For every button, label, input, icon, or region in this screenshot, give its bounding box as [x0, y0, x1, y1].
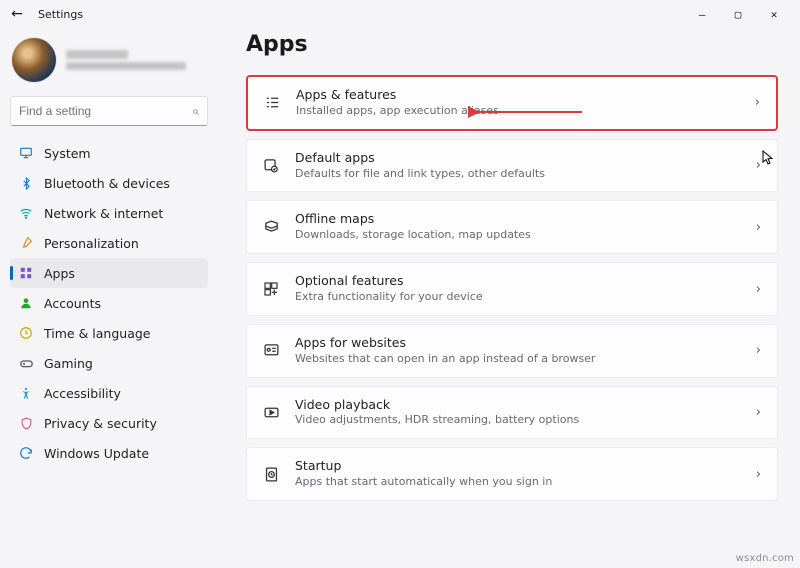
sidebar-item-privacy-security[interactable]: Privacy & security — [10, 408, 208, 438]
sidebar-item-label: Personalization — [44, 236, 139, 251]
sidebar: ⌕ System Bluetooth & devices Network & int… — [0, 28, 218, 568]
startup-icon — [261, 464, 281, 484]
gamepad-icon — [18, 355, 34, 371]
card-description: Extra functionality for your device — [295, 290, 742, 305]
search-box[interactable]: ⌕ — [10, 96, 208, 126]
card-text: Video playbackVideo adjustments, HDR str… — [295, 397, 742, 429]
card-title: Video playback — [295, 397, 742, 414]
card-title: Default apps — [295, 150, 742, 167]
sidebar-item-label: Gaming — [44, 356, 93, 371]
sidebar-item-accounts[interactable]: Accounts — [10, 288, 208, 318]
profile-email-blurred — [66, 62, 186, 70]
maximize-button[interactable]: ▢ — [720, 2, 756, 26]
card-startup[interactable]: StartupApps that start automatically whe… — [246, 447, 778, 501]
display-icon — [18, 145, 34, 161]
map-icon — [261, 217, 281, 237]
sidebar-item-label: Time & language — [44, 326, 150, 341]
person-icon — [18, 295, 34, 311]
apps-icon — [18, 265, 34, 281]
card-default-apps[interactable]: Default appsDefaults for file and link t… — [246, 139, 778, 193]
card-title: Optional features — [295, 273, 742, 290]
sidebar-item-windows-update[interactable]: Windows Update — [10, 438, 208, 468]
card-description: Defaults for file and link types, other … — [295, 167, 742, 182]
window-title: Settings — [38, 8, 83, 21]
chevron-right-icon: › — [755, 95, 760, 110]
card-text: Offline mapsDownloads, storage location,… — [295, 211, 742, 243]
wifi-icon — [18, 205, 34, 221]
watermark: wsxdn.com — [736, 553, 794, 564]
sidebar-item-bluetooth-devices[interactable]: Bluetooth & devices — [10, 168, 208, 198]
chevron-right-icon: › — [756, 282, 761, 297]
card-description: Installed apps, app execution aliases — [296, 104, 741, 119]
sidebar-item-label: Apps — [44, 266, 75, 281]
main: Apps Apps & featuresInstalled apps, app … — [218, 28, 800, 568]
card-apps-features[interactable]: Apps & featuresInstalled apps, app execu… — [246, 75, 778, 131]
sidebar-item-network-internet[interactable]: Network & internet — [10, 198, 208, 228]
card-title: Apps & features — [296, 87, 741, 104]
chevron-right-icon: › — [756, 343, 761, 358]
chevron-right-icon: › — [756, 405, 761, 420]
card-optional-features[interactable]: Optional featuresExtra functionality for… — [246, 262, 778, 316]
sidebar-item-label: Accounts — [44, 296, 101, 311]
search-icon: ⌕ — [192, 104, 199, 119]
sidebar-item-label: System — [44, 146, 91, 161]
card-text: Optional featuresExtra functionality for… — [295, 273, 742, 305]
sidebar-item-label: Privacy & security — [44, 416, 157, 431]
sidebar-item-label: Accessibility — [44, 386, 121, 401]
card-description: Downloads, storage location, map updates — [295, 228, 742, 243]
card-video-playback[interactable]: Video playbackVideo adjustments, HDR str… — [246, 386, 778, 440]
card-title: Apps for websites — [295, 335, 742, 352]
clock-icon — [18, 325, 34, 341]
card-title: Startup — [295, 458, 742, 475]
sidebar-item-label: Network & internet — [44, 206, 163, 221]
search-input[interactable] — [19, 104, 192, 118]
profile[interactable] — [10, 34, 208, 96]
page-title: Apps — [246, 32, 778, 57]
brush-icon — [18, 235, 34, 251]
update-icon — [18, 445, 34, 461]
bluetooth-icon — [18, 175, 34, 191]
card-description: Apps that start automatically when you s… — [295, 475, 742, 490]
shield-icon — [18, 415, 34, 431]
card-text: StartupApps that start automatically whe… — [295, 458, 742, 490]
card-text: Default appsDefaults for file and link t… — [295, 150, 742, 182]
window-controls: — ▢ ✕ — [684, 2, 792, 26]
close-button[interactable]: ✕ — [756, 2, 792, 26]
card-description: Video adjustments, HDR streaming, batter… — [295, 413, 742, 428]
card-text: Apps for websitesWebsites that can open … — [295, 335, 742, 367]
nav: System Bluetooth & devices Network & inter… — [10, 138, 208, 468]
accessibility-icon — [18, 385, 34, 401]
chevron-right-icon: › — [756, 220, 761, 235]
video-icon — [261, 402, 281, 422]
minimize-button[interactable]: — — [684, 2, 720, 26]
settings-cards: Apps & featuresInstalled apps, app execu… — [246, 75, 778, 501]
profile-name-blurred — [66, 50, 128, 59]
sidebar-item-accessibility[interactable]: Accessibility — [10, 378, 208, 408]
card-description: Websites that can open in an app instead… — [295, 352, 742, 367]
card-text: Apps & featuresInstalled apps, app execu… — [296, 87, 741, 119]
optional-features-icon — [261, 279, 281, 299]
sidebar-item-system[interactable]: System — [10, 138, 208, 168]
sidebar-item-personalization[interactable]: Personalization — [10, 228, 208, 258]
list-icon — [262, 93, 282, 113]
chevron-right-icon: › — [756, 158, 761, 173]
sidebar-item-label: Bluetooth & devices — [44, 176, 170, 191]
titlebar: ← Settings — ▢ ✕ — [0, 0, 800, 28]
default-apps-icon — [261, 156, 281, 176]
sidebar-item-gaming[interactable]: Gaming — [10, 348, 208, 378]
avatar — [12, 38, 56, 82]
card-apps-for-websites[interactable]: Apps for websitesWebsites that can open … — [246, 324, 778, 378]
sidebar-item-label: Windows Update — [44, 446, 149, 461]
apps-websites-icon — [261, 341, 281, 361]
sidebar-item-apps[interactable]: Apps — [10, 258, 208, 288]
back-button[interactable]: ← — [8, 6, 26, 22]
sidebar-item-time-language[interactable]: Time & language — [10, 318, 208, 348]
card-title: Offline maps — [295, 211, 742, 228]
chevron-right-icon: › — [756, 467, 761, 482]
card-offline-maps[interactable]: Offline mapsDownloads, storage location,… — [246, 200, 778, 254]
